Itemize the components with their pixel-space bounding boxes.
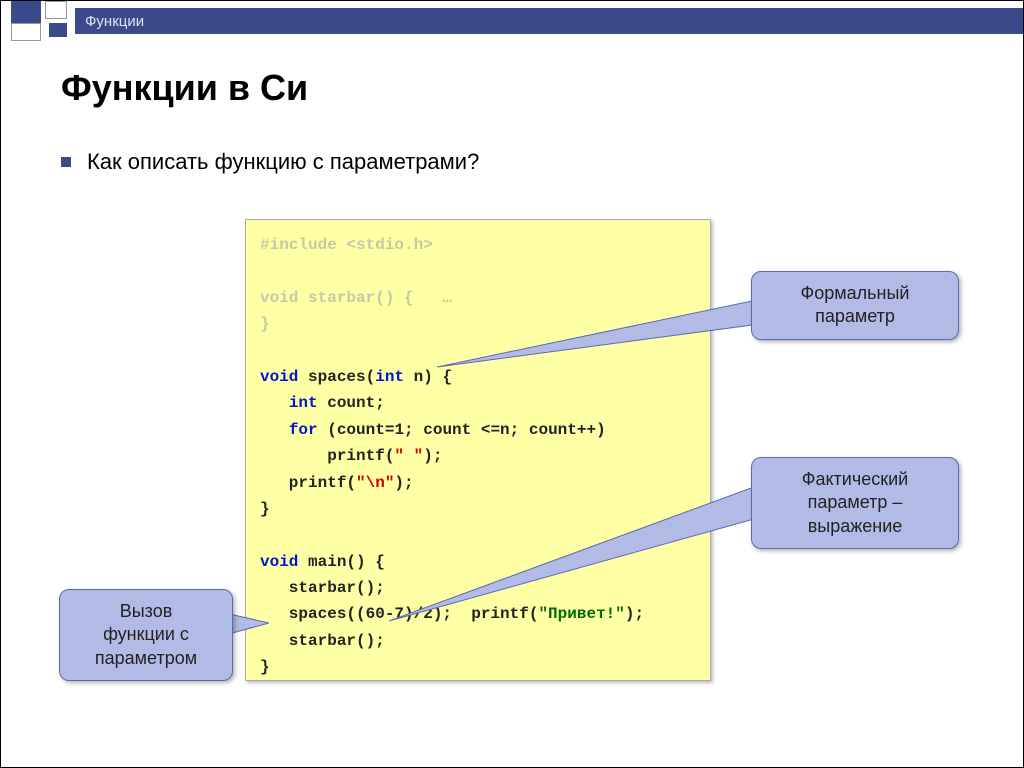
slide-title: Функции в Си	[61, 67, 308, 109]
callout-line: выражение	[808, 516, 903, 536]
callout-line: параметр –	[808, 492, 903, 512]
bullet-icon	[61, 157, 71, 167]
code-block: #include <stdio.h> void starbar() { … } …	[245, 219, 711, 681]
callout-formal-parameter: Формальный параметр	[751, 271, 959, 340]
header-bar: Функции	[1, 1, 1023, 41]
bullet-text: Как описать функцию с параметрами?	[87, 149, 479, 175]
header-section-label: Функции	[85, 13, 144, 30]
callout-line: Вызов	[120, 601, 173, 621]
callout-line: функции с	[103, 624, 189, 644]
callout-actual-parameter: Фактический параметр – выражение	[751, 457, 959, 549]
callout-line: Формальный	[801, 283, 910, 303]
callout-line: Фактический	[802, 469, 908, 489]
callout-line: параметром	[95, 648, 197, 668]
callout-function-call: Вызов функции с параметром	[59, 589, 233, 681]
header-logo	[11, 1, 67, 41]
bullet-row: Как описать функцию с параметрами?	[61, 149, 479, 175]
callout-line: параметр	[815, 306, 895, 326]
header-strip: Функции	[75, 8, 1023, 34]
slide: 23 Функции Функции в Си Как описать функ…	[0, 0, 1024, 768]
